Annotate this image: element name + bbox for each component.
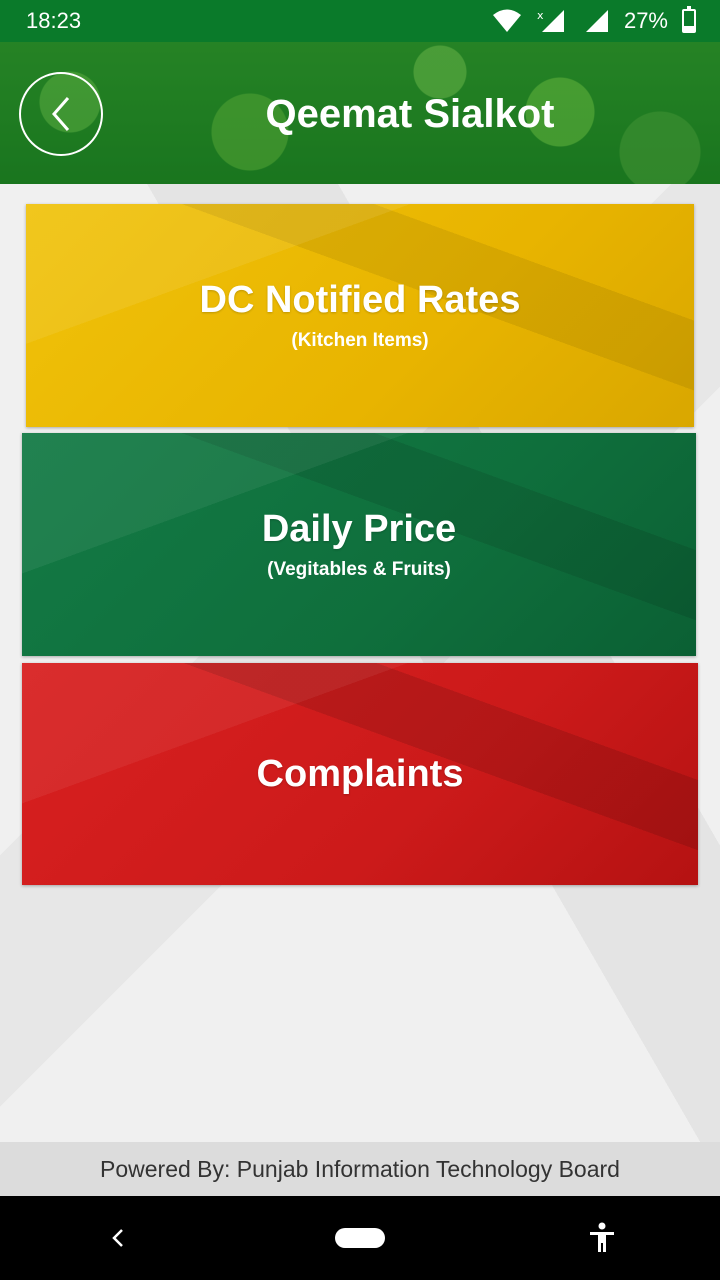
accessibility-button[interactable]	[582, 1218, 622, 1258]
dc-notified-rates-button[interactable]: DC Notified Rates (Kitchen Items)	[26, 204, 694, 427]
signal-icon	[585, 10, 608, 32]
accessibility-icon	[589, 1222, 614, 1252]
battery-percent: 27%	[623, 8, 668, 33]
tile-title: DC Notified Rates	[199, 279, 521, 321]
battery-icon	[682, 6, 696, 33]
daily-price-button[interactable]: Daily Price (Vegitables & Fruits)	[22, 433, 696, 656]
complaints-button[interactable]: Complaints	[22, 663, 698, 885]
app-header: Qeemat Sialkot	[0, 42, 720, 184]
tile-title: Daily Price	[261, 508, 457, 550]
tile-title: Complaints	[256, 752, 464, 795]
signal-x-icon: x	[537, 9, 564, 32]
footer: Powered By: Punjab Information Technolog…	[0, 1142, 720, 1196]
system-nav-bar	[0, 1196, 720, 1280]
tile-subtitle: (Vegitables & Fruits)	[267, 559, 451, 580]
status-bar: 18:23 x 27%	[0, 0, 720, 42]
tile-subtitle: (Kitchen Items)	[291, 330, 429, 351]
battery-fill	[684, 25, 694, 31]
wifi-icon	[492, 9, 521, 32]
status-icons: x 27%	[492, 6, 696, 34]
svg-text:x: x	[537, 9, 544, 22]
footer-text: Powered By: Punjab Information Technolog…	[100, 1155, 620, 1182]
page-title: Qeemat Sialkot	[265, 92, 555, 136]
nav-back-button[interactable]	[98, 1218, 138, 1258]
status-time: 18:23	[26, 8, 82, 33]
home-icon[interactable]	[334, 1228, 385, 1248]
main-content: DC Notified Rates (Kitchen Items) Daily …	[0, 184, 720, 1142]
back-icon	[112, 1229, 124, 1247]
